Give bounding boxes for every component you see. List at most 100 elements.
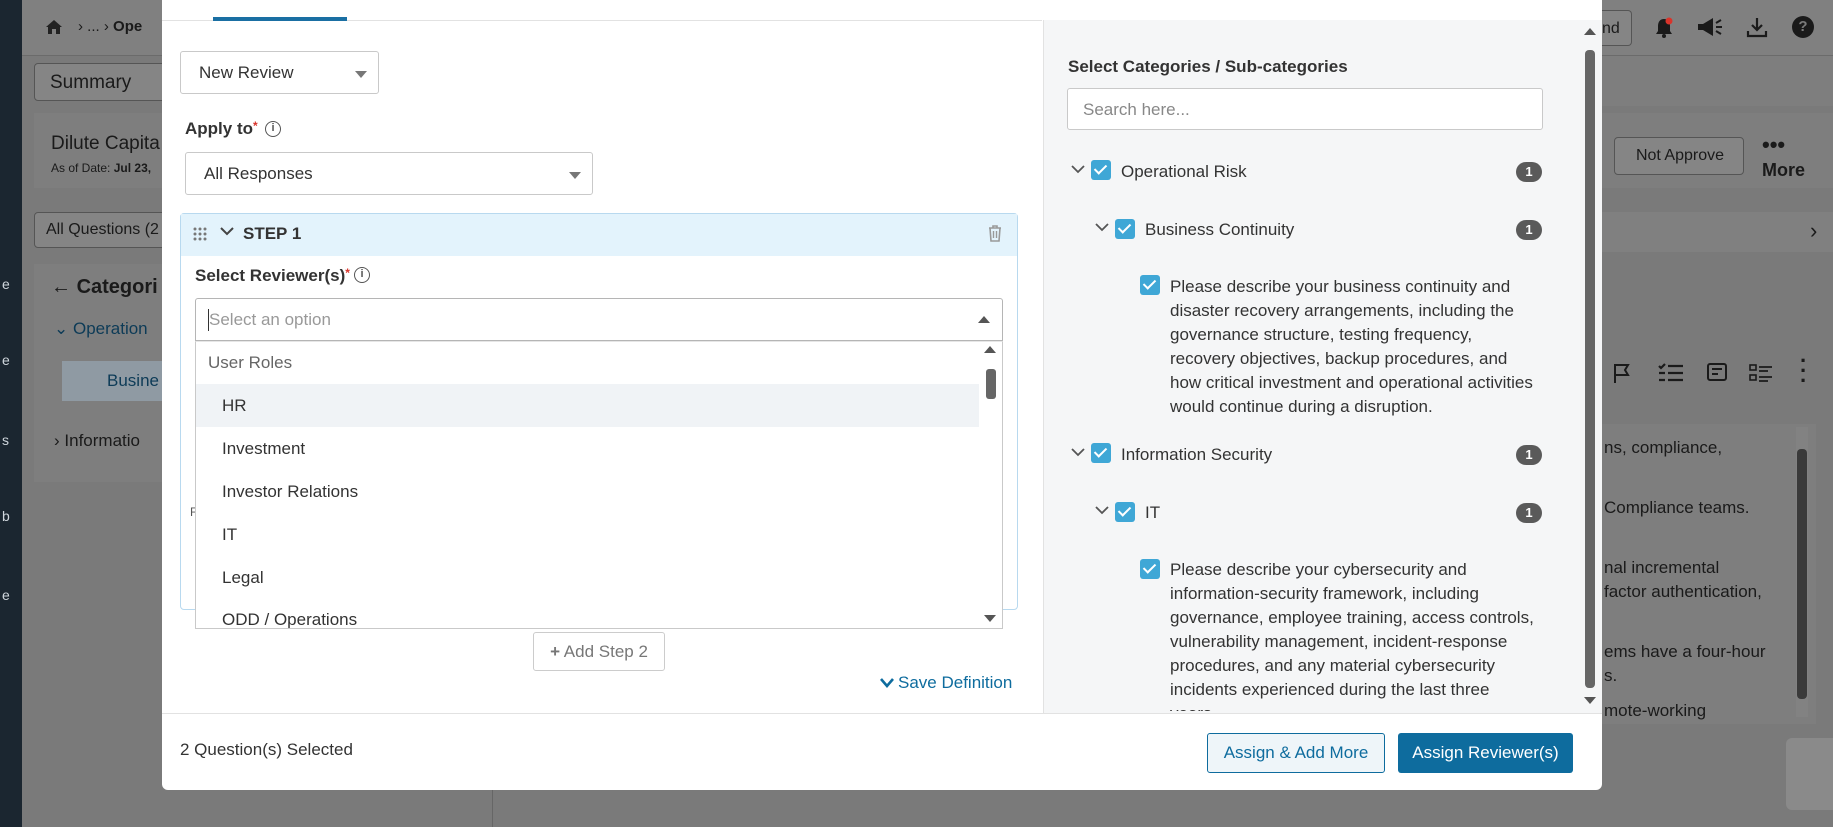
trash-icon[interactable] (988, 225, 1002, 247)
breadcrumb-current: Ope (113, 18, 143, 35)
bg-top-right-button-label: nd (1602, 20, 1620, 37)
question-clip: Please describe your cybersecurity and i… (1170, 558, 1540, 711)
checkbox-information-security[interactable] (1091, 443, 1111, 463)
dropdown-option-investment[interactable]: Investment (196, 427, 979, 470)
scroll-down-arrow[interactable] (1584, 697, 1596, 704)
not-approve-label: Not Approve (1635, 147, 1725, 164)
nav-letter: e (2, 587, 10, 603)
as-of-value: Jul 23, (113, 161, 152, 175)
dropdown-option-hr[interactable]: HR (196, 384, 979, 427)
footer-divider (162, 713, 1602, 714)
flag-icon[interactable] (1612, 362, 1632, 389)
breadcrumb-dots[interactable]: ... (87, 18, 100, 35)
caret-down-icon (569, 172, 581, 179)
info-icon[interactable]: i (354, 267, 370, 283)
chevron-down-icon[interactable] (219, 224, 235, 242)
help-icon[interactable]: ? (1792, 16, 1814, 38)
bg-answer-text: ns, compliance, Compliance teams. nal in… (1602, 424, 1816, 724)
categories-panel-background: ← Categori ⌄ Operation Busine › Informat… (34, 264, 174, 482)
checkbox-it[interactable] (1115, 502, 1135, 522)
checkbox-bc-question[interactable] (1140, 275, 1160, 295)
assign-add-more-button[interactable]: Assign & Add More (1207, 733, 1385, 773)
drag-handle-icon[interactable] (193, 227, 207, 246)
review-type-value: New Review (199, 63, 294, 82)
checkbox-business-continuity[interactable] (1115, 219, 1135, 239)
home-icon[interactable] (45, 19, 63, 35)
review-type-select[interactable]: New Review (180, 51, 379, 94)
save-definition-link[interactable]: Save Definition (880, 673, 1012, 693)
category-information-security: Information Security (1121, 445, 1273, 464)
reviewer-placeholder: Select an option (209, 310, 331, 329)
subcategory-it: IT (1145, 503, 1161, 522)
bell-icon[interactable] (1654, 17, 1674, 44)
scroll-up-arrow[interactable] (984, 346, 996, 353)
note-icon[interactable] (1706, 362, 1728, 389)
dropdown-option-investor-relations[interactable]: Investor Relations (196, 470, 979, 513)
dropdown-group-header: User Roles (208, 353, 293, 372)
apply-to-select[interactable]: All Responses (185, 152, 593, 195)
bg-category-operational[interactable]: Operation (73, 319, 148, 338)
bg-tab-strip (1602, 56, 1833, 106)
fund-header-panel: Dilute Capita As of Date: Jul 23, (34, 113, 174, 188)
select-reviewers-text: Select Reviewer(s) (195, 266, 346, 285)
dropdown-option-clip: ODD / Operations (196, 599, 979, 628)
question-it: Please describe your cybersecurity and i… (1170, 560, 1534, 711)
active-tab-indicator[interactable] (213, 17, 347, 21)
more-dots-icon[interactable]: ••• (1762, 132, 1785, 158)
dropdown-scrollbar[interactable] (981, 344, 1001, 626)
apply-to-value: All Responses (204, 164, 313, 183)
category-search-input[interactable]: Search here... (1067, 88, 1543, 130)
caret-down-icon (355, 71, 367, 78)
nav-letter: s (2, 432, 9, 448)
scroll-down-arrow[interactable] (984, 615, 996, 622)
download-icon[interactable] (1746, 16, 1768, 43)
list-check-icon[interactable] (1748, 362, 1774, 389)
bg-top-right-button[interactable]: nd (1602, 10, 1632, 46)
bg-text-line: factor authentication, (1604, 582, 1762, 601)
assign-reviewers-button[interactable]: Assign Reviewer(s) (1398, 733, 1573, 773)
category-operational-risk: Operational Risk (1121, 162, 1247, 181)
apply-to-label: Apply to* (185, 119, 258, 139)
selected-count: 2 Question(s) Selected (180, 740, 353, 759)
required-asterisk: * (253, 119, 258, 133)
megaphone-icon[interactable] (1695, 15, 1723, 44)
checklist-icon[interactable] (1657, 362, 1685, 389)
dropdown-option-it[interactable]: IT (196, 513, 979, 556)
chevron-down-icon (880, 678, 894, 688)
bg-text-line: Compliance teams. (1604, 498, 1750, 517)
categories-pane-title: Select Categories / Sub-categories (1068, 57, 1348, 76)
checkbox-operational-risk[interactable] (1091, 160, 1111, 180)
summary-tab-label: Summary (50, 72, 132, 93)
dropdown-option-legal[interactable]: Legal (196, 556, 979, 599)
step-header[interactable] (181, 214, 1017, 256)
checkbox-it-question[interactable] (1140, 559, 1160, 579)
as-of-label: As of Date: (51, 161, 111, 175)
dropdown-option-odd-operations[interactable]: ODD / Operations (196, 599, 979, 628)
chevron-down-icon[interactable] (1070, 162, 1086, 180)
category-search-placeholder: Search here... (1083, 100, 1190, 119)
kebab-menu-icon[interactable]: · · · (1800, 350, 1807, 392)
add-step-button[interactable]: + Add Step 2 (533, 632, 665, 671)
plus-icon: + (550, 642, 560, 661)
chevron-down-icon[interactable] (1094, 220, 1110, 238)
categories-title: Categori (76, 276, 158, 298)
categories-scrollbar[interactable] (1582, 24, 1598, 710)
bg-category-information[interactable]: Informatio (64, 431, 140, 450)
info-icon[interactable]: i (265, 121, 281, 137)
more-label[interactable]: More (1762, 160, 1805, 181)
not-approve-button[interactable]: Not Approve (1614, 137, 1744, 175)
bg-category-business[interactable]: Busine (107, 371, 159, 391)
scroll-up-arrow[interactable] (1584, 28, 1596, 35)
chevron-down-icon[interactable] (1070, 445, 1086, 463)
count-badge: 1 (1516, 220, 1542, 240)
summary-tab[interactable]: Summary (34, 63, 174, 101)
reviewer-select-input[interactable]: Select an option (195, 298, 1003, 341)
all-questions-tab[interactable]: All Questions (2 (34, 212, 174, 248)
add-step-label: Add Step 2 (563, 642, 648, 661)
chevron-down-icon[interactable] (1094, 503, 1110, 521)
select-reviewers-label: Select Reviewer(s)* (195, 266, 350, 286)
bg-text-line: ns, compliance, (1604, 438, 1723, 457)
chevron-right-icon[interactable]: › (1810, 218, 1817, 244)
bg-text-line: nal incremental (1604, 558, 1720, 577)
bg-scrollbar[interactable] (1796, 427, 1808, 717)
